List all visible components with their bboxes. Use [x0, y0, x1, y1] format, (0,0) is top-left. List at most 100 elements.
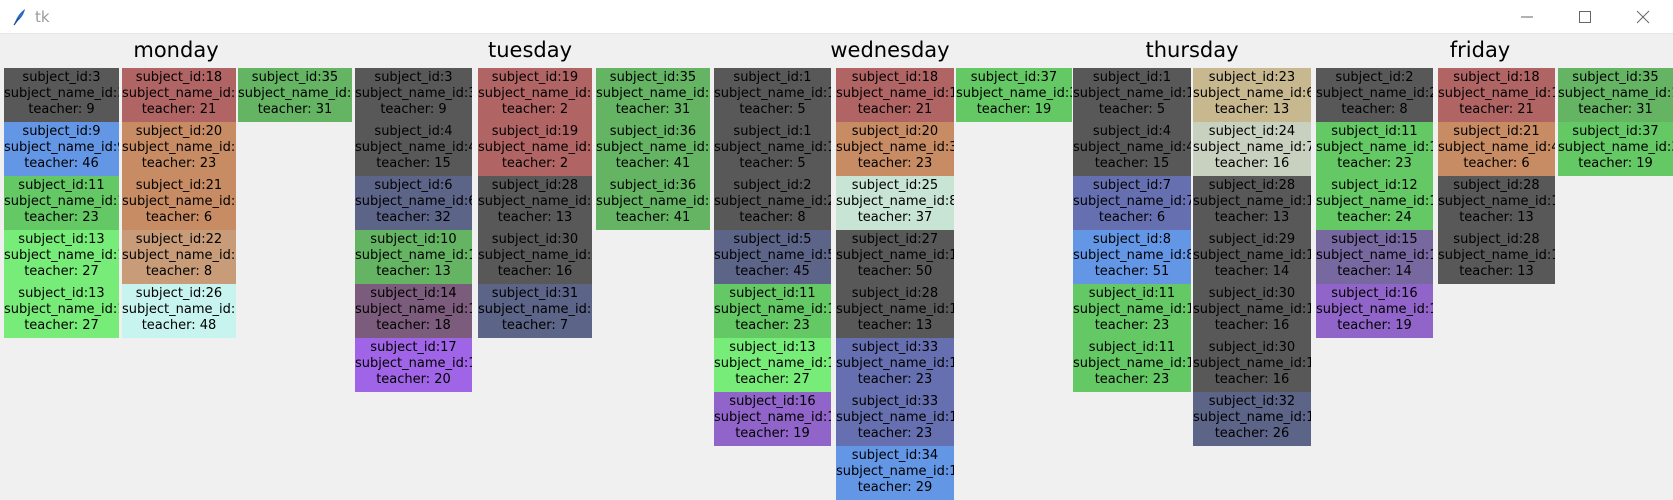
cell-name-text: subject_name_id:9	[4, 140, 119, 155]
cell-id-text: subject_id:17	[370, 340, 457, 355]
cell-name-text: subject_name_id:15	[1316, 248, 1433, 263]
cell-teacher-text: teacher: 51	[1094, 264, 1170, 279]
timetable-cell: subject_id:13subject_name_id:13teacher: …	[4, 230, 119, 284]
cell-teacher-text: teacher: 23	[141, 156, 217, 171]
cell-name-text: subject_name_id:13	[1193, 356, 1311, 371]
timetable-cell: subject_id:11subject_name_id:11teacher: …	[1073, 284, 1191, 338]
cell-name-text: subject_name_id:2	[596, 194, 710, 209]
cell-teacher-text: teacher: 8	[1341, 102, 1408, 117]
cell-teacher-text: teacher: 5	[739, 102, 806, 117]
cell-teacher-text: teacher: 16	[497, 264, 573, 279]
cell-name-text: subject_name_id:10	[355, 248, 472, 263]
cell-id-text: subject_id:21	[1453, 124, 1540, 139]
cell-name-text: subject_name_id:13	[4, 302, 119, 317]
cell-name-text: subject_name_id:4	[1438, 140, 1555, 155]
cell-name-text: subject_name_id:11	[4, 194, 119, 209]
cell-id-text: subject_id:30	[1208, 286, 1296, 301]
cell-name-text: subject_name_id:1	[836, 86, 954, 101]
cell-name-text: subject_name_id:1	[1073, 86, 1191, 101]
cell-teacher-text: teacher: 48	[141, 318, 217, 333]
cell-teacher-text: teacher: 23	[24, 210, 99, 225]
cell-teacher-text: teacher: 32	[376, 210, 451, 225]
cell-name-text: subject_name_id:11	[1316, 140, 1433, 155]
timetable-cell: subject_id:36 subject_name_id:2 teacher: 4…	[596, 176, 710, 230]
timetable-cell: subject_id:11subject_name_id:11teacher: …	[1316, 122, 1433, 176]
cell-id-text: subject_id:5	[733, 232, 812, 247]
timetable-cell: subject_id:18 subject_name_id:1 teacher: 2…	[836, 68, 954, 122]
timetable-cell: subject_id:13subject_name_id:13teacher: …	[714, 338, 831, 392]
cell-teacher-text: teacher: 19	[976, 102, 1052, 117]
cell-id-text: subject_id:37	[1572, 124, 1659, 139]
cell-teacher-text: teacher: 21	[857, 102, 933, 117]
maximize-button[interactable]	[1556, 0, 1614, 34]
close-button[interactable]	[1614, 0, 1672, 34]
cell-teacher-text: teacher: 14	[1337, 264, 1412, 279]
cell-name-text: subject_name_id:9	[122, 302, 236, 317]
cell-id-text: subject_id:36	[609, 124, 697, 139]
cell-teacher-text: teacher: 23	[1094, 318, 1170, 333]
cell-id-text: subject_id:31	[491, 286, 579, 301]
cell-teacher-text: teacher: 27	[735, 372, 810, 387]
cell-teacher-text: teacher: 15	[1094, 156, 1170, 171]
timetable-cell: subject_id:24 subject_name_id:7 teacher: 1…	[1193, 122, 1311, 176]
timetable-cell: subject_id:16 subject_name_id:16 teacher: …	[1316, 284, 1433, 338]
timetable-cell: subject_id:26 subject_name_id:9 teacher: 4…	[122, 284, 236, 338]
cell-name-text: subject_name_id:11	[1073, 356, 1191, 371]
cell-id-text: subject_id:35	[609, 70, 697, 85]
cell-teacher-text: teacher: 26	[1214, 426, 1290, 441]
cell-teacher-text: teacher: 23	[857, 372, 933, 387]
cell-teacher-text: teacher: 46	[24, 156, 99, 171]
timetable-cell: subject_id:22 subject_name_id:5 teacher: 8	[122, 230, 236, 284]
cell-name-text: subject_name_id:2	[596, 140, 710, 155]
timetable-cell: subject_id:14 subject_name_id:14 teacher: …	[355, 284, 472, 338]
timetable-cell: subject_id:1 subject_name_id:1 teacher: 5	[1073, 68, 1191, 122]
close-icon	[1636, 10, 1650, 24]
cell-teacher-text: teacher: 45	[735, 264, 810, 279]
timetable-cell: subject_id:18 subject_name_id:1 teacher: 2…	[122, 68, 236, 122]
cell-id-text: subject_id:29	[1208, 232, 1296, 247]
cell-name-text: subject_name_id:13	[714, 356, 831, 371]
cell-id-text: subject_id:18	[1453, 70, 1540, 85]
timetable-cell: subject_id:10 subject_name_id:10 teacher: …	[355, 230, 472, 284]
cell-name-text: subject_name_id:7	[1073, 194, 1191, 209]
cell-id-text: subject_id:28	[491, 178, 579, 193]
cell-teacher-text: teacher: 50	[857, 264, 933, 279]
cell-id-text: subject_id:27	[851, 232, 939, 247]
cell-id-text: subject_id:11	[18, 178, 105, 193]
cell-name-text: subject_name_id:5	[714, 248, 831, 263]
timetable-cell: subject_id:37 subject_name_id:3 teacher: 1…	[1558, 122, 1673, 176]
timetable-cell: subject_id:36 subject_name_id:2 teacher: 4…	[596, 122, 710, 176]
cell-teacher-text: teacher: 5	[739, 156, 806, 171]
cell-name-text: subject_name_id:17	[836, 464, 954, 479]
cell-name-text: subject_name_id:3	[122, 140, 236, 155]
cell-teacher-text: teacher: 13	[497, 210, 573, 225]
timetable-cell: subject_id:2 subject_name_id:2 teacher: 8	[1316, 68, 1433, 122]
cell-name-text: subject_name_id:1	[714, 86, 831, 101]
cell-teacher-text: teacher: 7	[501, 318, 569, 333]
cell-name-text: subject_name_id:11	[836, 302, 954, 317]
cell-id-text: subject_id:7	[1092, 178, 1172, 193]
timetable-cell: subject_id:15 subject_name_id:15 teacher: …	[1316, 230, 1433, 284]
cell-id-text: subject_id:35	[251, 70, 339, 85]
timetable-cell: subject_id:28subject_name_id:11teacher: …	[1438, 176, 1555, 230]
cell-id-text: subject_id:33	[851, 340, 939, 355]
cell-id-text: subject_id:9	[22, 124, 101, 139]
minimize-button[interactable]	[1498, 0, 1556, 34]
timetable-cell: subject_id:25 subject_name_id:8 teacher: 3…	[836, 176, 954, 230]
cell-teacher-text: teacher: 6	[1463, 156, 1530, 171]
day-header-wednesday: wednesday	[830, 38, 950, 62]
cell-name-text: subject_name_id:13	[4, 248, 119, 263]
cell-id-text: subject_id:37	[970, 70, 1058, 85]
timetable-cell: subject_id:34 subject_name_id:17 teacher: …	[836, 446, 954, 500]
timetable-cell: subject_id:18 subject_name_id:1 teacher: 2…	[1438, 68, 1555, 122]
cell-teacher-text: teacher: 41	[615, 210, 691, 225]
cell-name-text: subject_name_id:11	[1438, 194, 1555, 209]
cell-name-text: subject_name_id:4	[355, 140, 472, 155]
cell-name-text: subject_name_id:2	[714, 194, 831, 209]
cell-teacher-text: teacher: 41	[615, 156, 691, 171]
cell-teacher-text: teacher: 2	[501, 156, 569, 171]
cell-id-text: subject_id:33	[851, 394, 939, 409]
cell-name-text: subject_name_id:1	[714, 140, 831, 155]
cell-id-text: subject_id:16	[1331, 286, 1418, 301]
cell-id-text: subject_id:12	[1331, 178, 1418, 193]
